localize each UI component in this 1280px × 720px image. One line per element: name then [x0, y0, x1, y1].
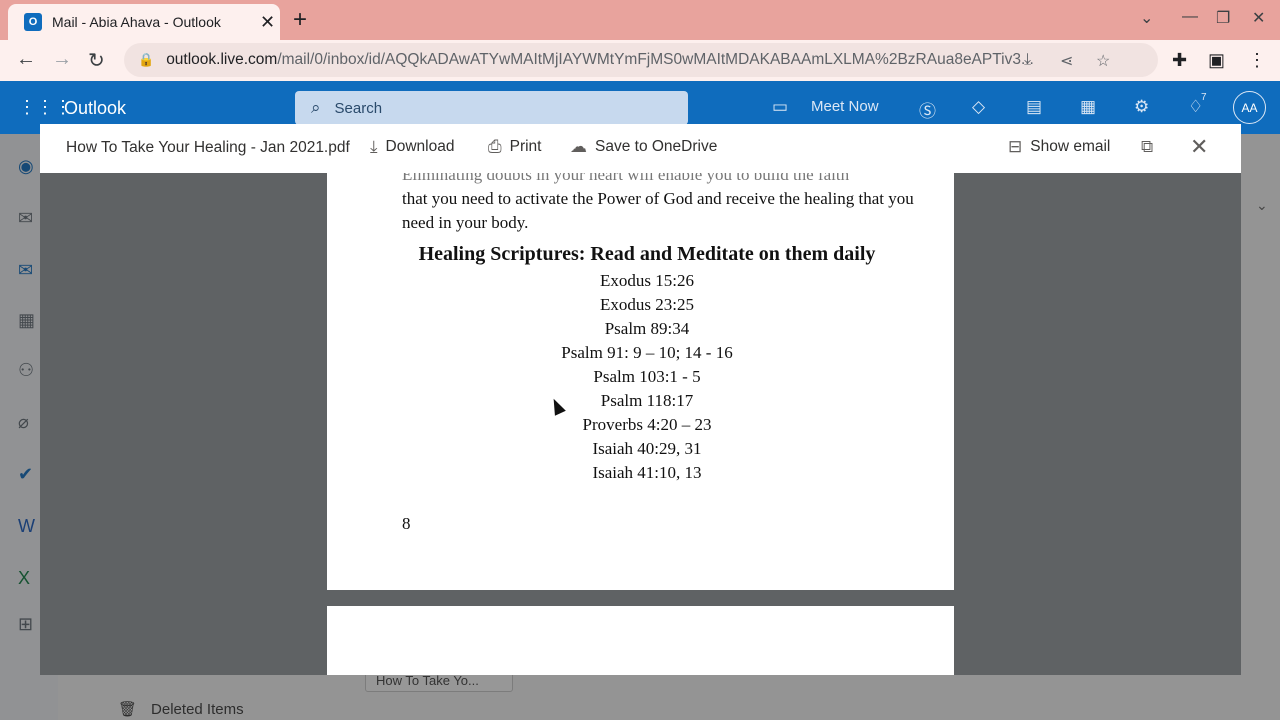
new-tab-icon[interactable]: +: [293, 6, 307, 34]
print-button[interactable]: ⎙ Print: [488, 137, 541, 157]
back-icon[interactable]: ←: [16, 48, 36, 71]
outlook-brand[interactable]: Outlook: [64, 98, 126, 119]
pdf-page: Eliminating doubts in your heart will en…: [327, 173, 954, 590]
lock-icon[interactable]: 🔒: [138, 52, 154, 68]
meet-now-button[interactable]: Meet Now: [811, 98, 879, 115]
scripture-ref: Isaiah 41:10, 13: [592, 463, 702, 482]
browser-tab-strip: O Mail - Abia Ahava - Outlook ✕ + ⌄ — ❐ …: [0, 0, 1280, 40]
restore-icon[interactable]: ❐: [1216, 8, 1230, 28]
search-icon: ⌕: [311, 98, 321, 117]
scripture-list: Exodus 15:26 Exodus 23:25 Psalm 89:34 Ps…: [327, 269, 967, 485]
star-icon[interactable]: ☆: [1096, 51, 1110, 71]
outlook-favicon-icon: O: [24, 13, 42, 31]
scripture-ref: Proverbs 4:20 – 23: [582, 415, 712, 434]
scripture-ref: Psalm 118:17: [600, 391, 694, 410]
cloud-upload-icon: ☁: [570, 137, 587, 156]
extensions-icon[interactable]: ✚: [1172, 50, 1187, 71]
page-number: 8: [402, 514, 411, 533]
menu-icon[interactable]: ⋮: [1248, 50, 1266, 71]
notification-badge: 7: [1201, 92, 1207, 103]
reload-icon[interactable]: ↻: [88, 48, 105, 73]
install-icon[interactable]: ⤓: [1024, 51, 1031, 69]
download-icon: ⤓: [370, 137, 378, 156]
minimize-icon[interactable]: —: [1182, 8, 1198, 26]
document-paragraph: Eliminating doubts in your heart will en…: [402, 173, 922, 235]
scripture-ref: Psalm 91: 9 – 10; 14 - 16: [561, 343, 733, 362]
url-text[interactable]: outlook.live.com/mail/0/inbox/id/AQQkADA…: [166, 51, 1046, 69]
premium-diamond-icon[interactable]: ◇: [972, 97, 985, 117]
scripture-ref: Psalm 103:1 - 5: [593, 367, 701, 386]
scripture-ref: Exodus 15:26: [600, 271, 694, 290]
tab-title: Mail - Abia Ahava - Outlook: [52, 14, 221, 30]
skype-icon[interactable]: Ⓢ: [919, 97, 936, 122]
show-email-button[interactable]: ⊟ Show email: [1008, 137, 1110, 157]
calendar-edit-icon[interactable]: ▦: [1080, 97, 1096, 117]
tab-search-chevron-icon[interactable]: ⌄: [1140, 8, 1153, 28]
tab-close-icon[interactable]: ✕: [260, 12, 275, 33]
partial-line: Eliminating doubts in your heart will en…: [402, 173, 850, 184]
popout-icon[interactable]: ⧉: [1141, 137, 1153, 157]
pdf-page-next: [327, 606, 954, 675]
save-to-onedrive-button[interactable]: ☁ Save to OneDrive: [570, 137, 717, 157]
scripture-ref: Psalm 89:34: [604, 319, 690, 338]
settings-gear-icon[interactable]: ⚙: [1134, 97, 1149, 117]
viewer-toolbar: How To Take Your Healing - Jan 2021.pdf …: [40, 124, 1241, 173]
office-icon[interactable]: ▤: [1026, 97, 1042, 117]
search-placeholder: Search: [334, 99, 383, 117]
file-name: How To Take Your Healing - Jan 2021.pdf: [66, 139, 350, 156]
address-bar[interactable]: 🔒 outlook.live.com/mail/0/inbox/id/AQQkA…: [124, 43, 1158, 77]
show-email-icon: ⊟: [1008, 137, 1023, 156]
video-icon[interactable]: ▭: [772, 97, 788, 117]
share-icon[interactable]: ⋖: [1060, 51, 1073, 71]
section-heading: Healing Scriptures: Read and Meditate on…: [418, 243, 876, 265]
close-icon[interactable]: ✕: [1190, 134, 1208, 160]
avatar[interactable]: AA: [1233, 91, 1266, 124]
paragraph-text: that you need to activate the Power of G…: [402, 189, 914, 232]
search-box[interactable]: ⌕ Search: [295, 91, 688, 125]
attachment-viewer: How To Take Your Healing - Jan 2021.pdf …: [40, 124, 1241, 675]
scripture-ref: Isaiah 40:29, 31: [592, 439, 702, 458]
scripture-ref: Exodus 23:25: [600, 295, 694, 314]
print-icon: ⎙: [488, 137, 502, 156]
browser-tab[interactable]: O Mail - Abia Ahava - Outlook ✕: [8, 4, 280, 40]
window-close-icon[interactable]: ✕: [1252, 8, 1265, 28]
sidepanel-icon[interactable]: ▣: [1208, 50, 1225, 71]
pdf-pages[interactable]: Eliminating doubts in your heart will en…: [40, 173, 1241, 675]
forward-icon[interactable]: →: [52, 48, 72, 71]
browser-toolbar: ← → ↻ 🔒 outlook.live.com/mail/0/inbox/id…: [0, 40, 1280, 81]
download-button[interactable]: ⤓ Download: [370, 137, 454, 157]
